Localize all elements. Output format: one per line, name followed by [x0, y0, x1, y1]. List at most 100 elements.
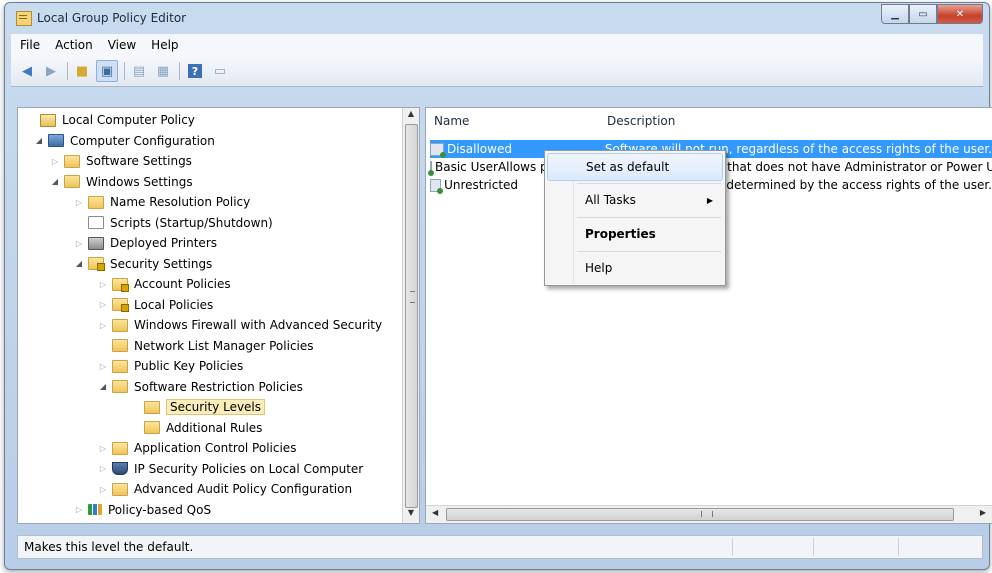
- menu-item-properties[interactable]: Properties: [547, 221, 723, 247]
- scroll-up-icon[interactable]: ▲: [403, 109, 419, 123]
- back-arrow-icon: ◀: [22, 63, 32, 79]
- expanded-arrow-icon[interactable]: ◢: [74, 259, 84, 268]
- tree-item[interactable]: Additional Rules: [130, 418, 262, 438]
- collapsed-arrow-icon[interactable]: ▷: [98, 362, 108, 371]
- tree-item[interactable]: ▷ Name Resolution Policy: [74, 192, 250, 212]
- menu-item-all-tasks[interactable]: All Tasks ▶: [547, 187, 723, 213]
- scroll-left-icon[interactable]: ◀: [432, 508, 438, 517]
- maximize-button[interactable]: ▭: [909, 4, 937, 24]
- scroll-thumb[interactable]: [405, 124, 418, 508]
- forward-button[interactable]: ▶: [41, 61, 61, 81]
- list-header: Name Description: [426, 108, 992, 132]
- expanded-arrow-icon[interactable]: ◢: [34, 136, 44, 145]
- export-list-icon: ▦: [156, 63, 170, 79]
- menu-help[interactable]: Help: [151, 38, 178, 52]
- scroll-thumb[interactable]: [446, 508, 954, 521]
- folder-icon: [144, 421, 160, 434]
- collapsed-arrow-icon[interactable]: ▷: [98, 485, 108, 494]
- menu-item-label: Set as default: [586, 160, 670, 174]
- close-button[interactable]: ✕: [937, 4, 983, 24]
- toolbar-separator: [179, 62, 180, 80]
- scroll-right-icon[interactable]: ▶: [980, 508, 986, 517]
- collapsed-arrow-icon[interactable]: ▷: [98, 300, 108, 309]
- collapsed-arrow-icon[interactable]: ▷: [98, 280, 108, 289]
- scroll-grip-icon: [410, 291, 415, 303]
- tree-item-label: Application Control Policies: [134, 441, 297, 455]
- show-hide-tree-button[interactable]: ▣: [96, 60, 118, 82]
- tree-item[interactable]: ▷ Application Control Policies: [98, 438, 297, 458]
- tree-item[interactable]: ◢ Software Restriction Policies: [98, 377, 303, 397]
- export-list-button[interactable]: ▦: [153, 61, 173, 81]
- printer-icon: [88, 236, 104, 250]
- computer-icon: [48, 134, 64, 147]
- menu-item-set-as-default[interactable]: Set as default: [547, 153, 723, 181]
- tree-vertical-scrollbar[interactable]: ▲ ▼: [402, 108, 419, 523]
- expanded-arrow-icon[interactable]: ◢: [50, 177, 60, 186]
- lock-folder-icon: [112, 277, 129, 292]
- status-divider: [898, 538, 899, 556]
- collapsed-arrow-icon[interactable]: ▷: [98, 444, 108, 453]
- tree-item-label: Local Computer Policy: [62, 113, 195, 127]
- folder-icon: [112, 339, 128, 352]
- tree-item[interactable]: ▷ Advanced Audit Policy Configuration: [98, 479, 352, 499]
- collapsed-arrow-icon[interactable]: ▷: [98, 321, 108, 330]
- tree-item[interactable]: ▷Administrative Templates: [50, 520, 238, 523]
- collapsed-arrow-icon[interactable]: ▷: [74, 198, 84, 207]
- menu-item-help[interactable]: Help: [547, 255, 723, 281]
- status-divider: [813, 538, 814, 556]
- title-bar[interactable]: Local Group Policy Editor ▁ ▭ ✕: [5, 3, 989, 33]
- tree-item-label: Computer Configuration: [70, 133, 215, 148]
- up-one-level-button[interactable]: ■: [72, 61, 92, 81]
- submenu-arrow-icon: ▶: [706, 195, 713, 205]
- up-folder-icon: ■: [75, 63, 89, 79]
- tree-item[interactable]: ▷ Account Policies: [98, 274, 231, 294]
- minimize-icon: ▁: [891, 8, 899, 20]
- folder-icon: [112, 441, 128, 455]
- tree-item[interactable]: ▷ IP Security Policies on Local Computer: [98, 459, 363, 479]
- chart-icon: [88, 504, 102, 515]
- tree-item[interactable]: ▷ Software Settings: [50, 151, 192, 171]
- list-horizontal-scrollbar[interactable]: ◀ ▶: [426, 505, 992, 523]
- console-button[interactable]: ▭: [210, 61, 230, 81]
- tree-item-label: Scripts (Startup/Shutdown): [110, 215, 273, 230]
- tree-item[interactable]: ◢ Computer Configuration: [34, 131, 215, 151]
- tree-item[interactable]: Network List Manager Policies: [98, 336, 314, 356]
- expanded-arrow-icon[interactable]: ◢: [98, 382, 108, 391]
- shield-icon: [112, 462, 128, 475]
- collapsed-arrow-icon[interactable]: ▷: [74, 505, 84, 514]
- console-tree[interactable]: ▲ ▼ Local Computer Policy ◢ Computer Confi…: [17, 107, 420, 524]
- collapsed-arrow-icon[interactable]: ▷: [74, 239, 84, 248]
- menu-view[interactable]: View: [108, 38, 136, 52]
- tree-item[interactable]: Security Levels: [130, 397, 266, 417]
- folder-icon: [88, 195, 104, 209]
- tree-item-label: Security Settings: [110, 256, 213, 271]
- tree-item[interactable]: ▷ Deployed Printers: [74, 233, 217, 253]
- menu-file[interactable]: File: [20, 38, 40, 52]
- console-icon: ▭: [213, 63, 227, 79]
- tree-item[interactable]: ◢ Security Settings: [74, 254, 212, 274]
- tree-item[interactable]: ▷ Public Key Policies: [98, 356, 243, 376]
- folder-icon: [112, 318, 128, 332]
- tree-item-label: Name Resolution Policy: [110, 195, 251, 209]
- policy-icon: [40, 113, 56, 127]
- tree-item[interactable]: ◢ Windows Settings: [50, 172, 193, 192]
- column-header-name[interactable]: Name: [434, 114, 469, 128]
- tree-item[interactable]: ▷ Windows Firewall with Advanced Security: [98, 315, 382, 335]
- properties-button[interactable]: ▤: [129, 61, 149, 81]
- collapsed-arrow-icon[interactable]: ▷: [98, 464, 108, 473]
- security-level-icon: [428, 160, 434, 176]
- collapsed-arrow-icon[interactable]: ▷: [50, 157, 60, 166]
- security-level-icon: [430, 142, 446, 158]
- tree-item[interactable]: Scripts (Startup/Shutdown): [74, 213, 273, 233]
- forward-arrow-icon: ▶: [46, 63, 56, 79]
- tree-item[interactable]: Local Computer Policy: [26, 110, 195, 130]
- menu-action[interactable]: Action: [55, 38, 93, 52]
- help-button[interactable]: ?: [188, 64, 202, 78]
- minimize-button[interactable]: ▁: [881, 4, 909, 24]
- back-button[interactable]: ◀: [17, 61, 37, 81]
- tree-item[interactable]: ▷ Local Policies: [98, 295, 213, 315]
- column-header-description[interactable]: Description: [607, 114, 675, 128]
- tree-item-label: Policy-based QoS: [108, 502, 212, 517]
- scroll-down-icon[interactable]: ▼: [403, 508, 419, 522]
- tree-item[interactable]: ▷ Policy-based QoS: [74, 500, 211, 520]
